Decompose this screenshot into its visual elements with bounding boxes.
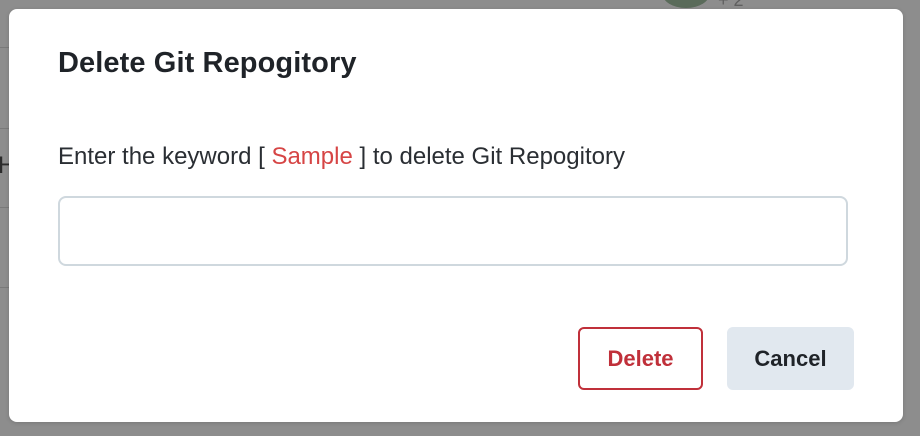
cancel-button[interactable]: Cancel [727,327,854,390]
prompt-suffix: ] to delete Git Repogitory [352,143,625,170]
delete-repository-dialog: Delete Git Repogitory Enter the keyword … [9,9,903,422]
dialog-title: Delete Git Repogitory [58,47,357,79]
confirmation-keyword: Sample [271,143,353,170]
keyword-confirmation-input[interactable] [58,196,848,266]
avatar [662,0,710,8]
prompt-prefix: Enter the keyword [ [58,143,272,170]
delete-button[interactable]: Delete [578,327,703,390]
confirmation-prompt: Enter the keyword [ Sample ] to delete G… [58,143,625,171]
